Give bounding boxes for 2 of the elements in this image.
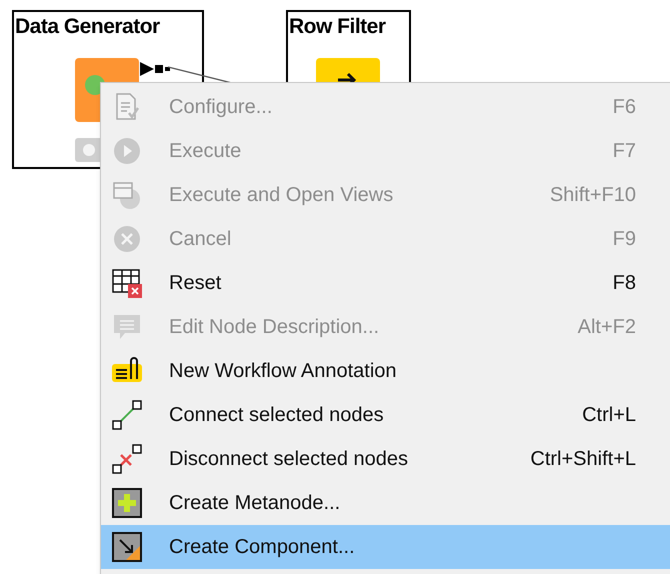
node-title: Data Generator — [14, 14, 161, 40]
node-title: Row Filter — [288, 14, 387, 40]
